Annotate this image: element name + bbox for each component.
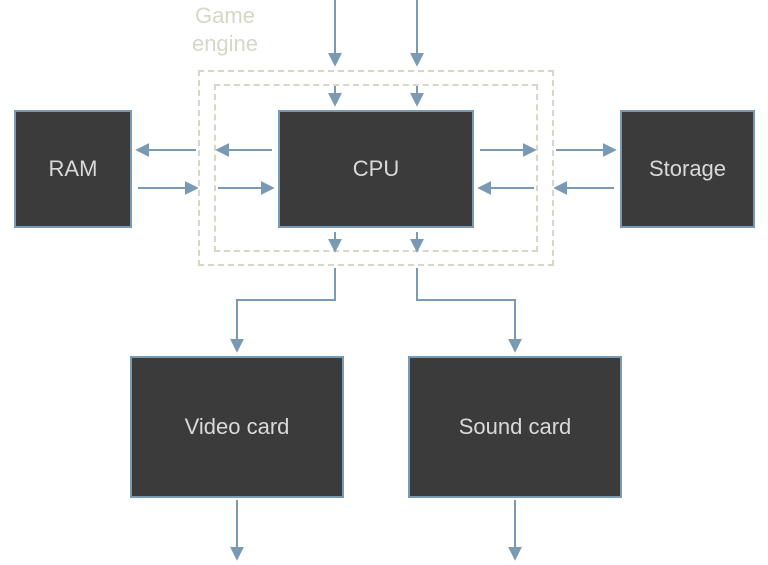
cpu-label: CPU xyxy=(353,156,399,182)
storage-label: Storage xyxy=(649,156,726,182)
ram-box: RAM xyxy=(14,110,132,228)
sound-card-box: Sound card xyxy=(408,356,622,498)
arrows-layer xyxy=(0,0,768,565)
video-card-label: Video card xyxy=(185,414,290,440)
arrow-to-sound xyxy=(417,268,515,350)
video-card-box: Video card xyxy=(130,356,344,498)
game-engine-title-text: Gameengine xyxy=(192,3,258,56)
game-engine-title: Gameengine xyxy=(155,2,295,57)
sound-card-label: Sound card xyxy=(459,414,572,440)
arrow-to-video xyxy=(237,268,335,350)
storage-box: Storage xyxy=(620,110,755,228)
diagram-canvas: Gameengine RAM CPU Storage Video card So… xyxy=(0,0,768,565)
cpu-box: CPU xyxy=(278,110,474,228)
ram-label: RAM xyxy=(49,156,98,182)
